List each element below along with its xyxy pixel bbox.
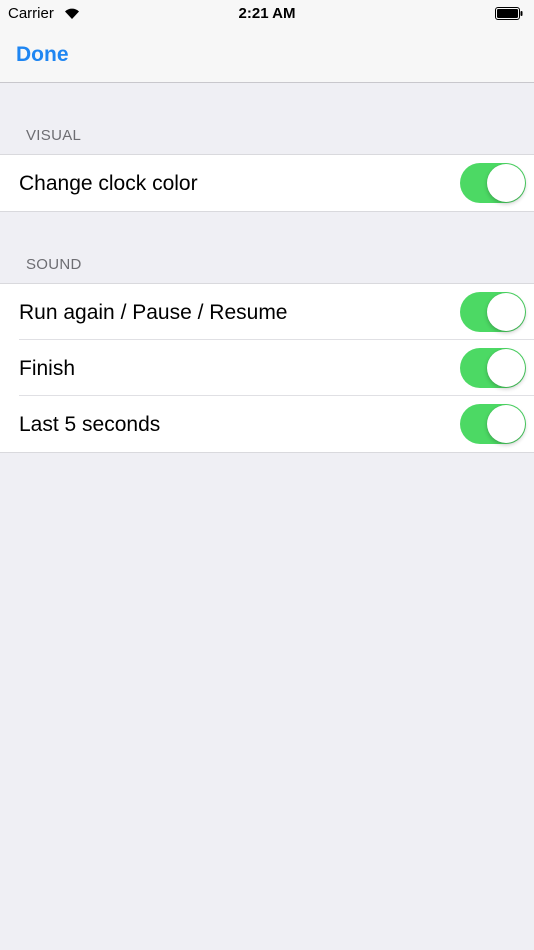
done-button[interactable]: Done	[16, 42, 69, 68]
setting-row-change-clock-color: Change clock color	[0, 155, 534, 211]
change-clock-color-toggle[interactable]	[460, 163, 526, 203]
toggle-knob	[487, 405, 525, 443]
setting-row-last-5-seconds: Last 5 seconds	[0, 395, 534, 452]
navigation-bar: Done	[0, 28, 534, 83]
finish-toggle[interactable]	[460, 348, 526, 388]
toggle-knob	[487, 349, 525, 387]
battery-icon	[495, 7, 523, 20]
toggle-knob	[487, 164, 525, 202]
status-bar: Carrier 2:21 AM	[0, 0, 534, 28]
settings-group-sound: Run again / Pause / Resume Finish Last 5…	[0, 283, 534, 453]
setting-label: Run again / Pause / Resume	[19, 301, 288, 324]
last-5-seconds-toggle[interactable]	[460, 404, 526, 444]
status-time: 2:21 AM	[238, 5, 296, 22]
setting-label: Last 5 seconds	[19, 413, 161, 436]
section-header-sound: SOUND	[26, 256, 82, 273]
setting-row-finish: Finish	[0, 339, 534, 396]
run-again-pause-resume-toggle[interactable]	[460, 292, 526, 332]
setting-row-run-again-pause-resume: Run again / Pause / Resume	[0, 284, 534, 340]
settings-group-visual: Change clock color	[0, 154, 534, 212]
setting-label: Finish	[19, 357, 76, 380]
toggle-knob	[487, 293, 525, 331]
section-header-visual: VISUAL	[26, 127, 82, 144]
setting-label: Change clock color	[19, 172, 198, 195]
